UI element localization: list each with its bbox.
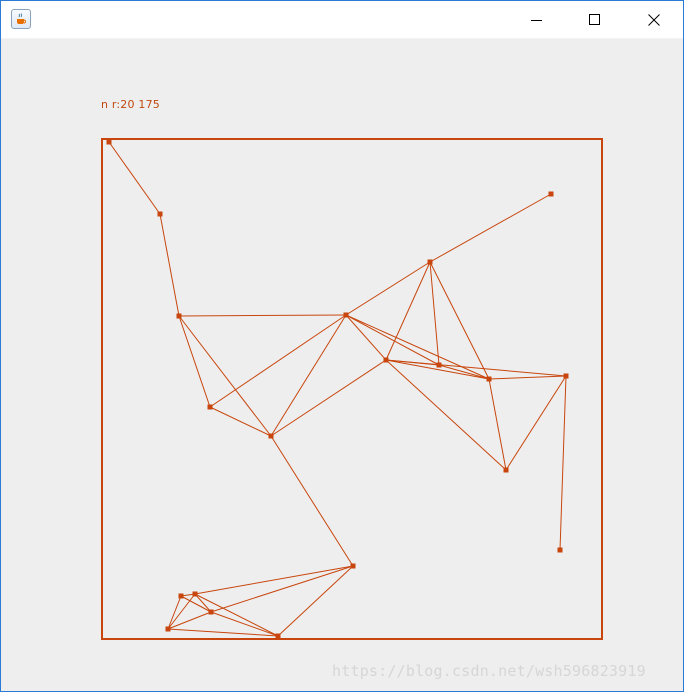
graph-node <box>275 633 281 639</box>
graph-edge <box>209 314 347 408</box>
graph-node <box>178 593 184 599</box>
graph-node <box>486 376 492 382</box>
drawing-panel[interactable]: n r:20 175 https://blog.csdn.net/wsh5968… <box>1 39 683 691</box>
graph-edge <box>505 375 567 471</box>
graph-node <box>383 357 389 363</box>
graph-node <box>427 259 433 265</box>
maximize-icon <box>589 13 600 25</box>
graph-node <box>343 312 349 318</box>
graph-node <box>548 191 554 197</box>
graph-edge <box>194 565 354 595</box>
graph-edge <box>559 375 567 551</box>
graph-edge <box>178 315 211 408</box>
graph-node <box>157 211 163 217</box>
graph-node <box>192 591 198 597</box>
watermark-url: https://blog.csdn.net/wsh596823919 <box>332 662 646 680</box>
minimize-icon <box>531 19 542 21</box>
graph-edge <box>270 359 387 437</box>
graph-node <box>208 609 214 615</box>
graph-node <box>563 373 569 379</box>
minimize-button[interactable] <box>508 1 566 38</box>
graph-node <box>268 433 274 439</box>
graph-node <box>106 139 112 145</box>
graph-node <box>165 626 171 632</box>
graph-edge <box>178 314 347 317</box>
graph-edge <box>159 213 180 317</box>
graph-edge <box>167 595 182 630</box>
graph-canvas <box>101 138 603 640</box>
graph-node <box>176 313 182 319</box>
graph-node <box>557 547 563 553</box>
graph-edge <box>270 435 354 567</box>
graph-edge <box>488 375 567 380</box>
graph-edge <box>194 593 279 637</box>
graph-node <box>436 362 442 368</box>
title-bar[interactable] <box>1 1 683 39</box>
graph-edge <box>194 593 212 613</box>
graph-edge <box>209 406 272 437</box>
graph-node <box>207 404 213 410</box>
graph-edge <box>345 314 440 366</box>
graph-edge <box>210 565 354 613</box>
graph-edge <box>345 261 431 316</box>
application-window: n r:20 175 https://blog.csdn.net/wsh5968… <box>0 0 684 692</box>
graph-edge <box>345 314 490 380</box>
graph-edge <box>178 315 272 437</box>
close-button[interactable] <box>625 1 683 38</box>
graph-node <box>350 563 356 569</box>
graph-edge <box>180 595 212 613</box>
graph-edge <box>385 261 431 361</box>
graph-edges <box>108 141 567 637</box>
graph-edge <box>429 193 552 263</box>
close-icon <box>648 13 660 26</box>
graph-edge <box>345 314 387 361</box>
graph-edge <box>270 314 347 437</box>
graph-edge <box>108 141 161 215</box>
java-coffee-icon <box>11 9 31 29</box>
graph-edge <box>277 565 354 637</box>
maximize-button[interactable] <box>566 1 624 38</box>
graph-nodes <box>106 139 569 639</box>
graph-node <box>503 467 509 473</box>
